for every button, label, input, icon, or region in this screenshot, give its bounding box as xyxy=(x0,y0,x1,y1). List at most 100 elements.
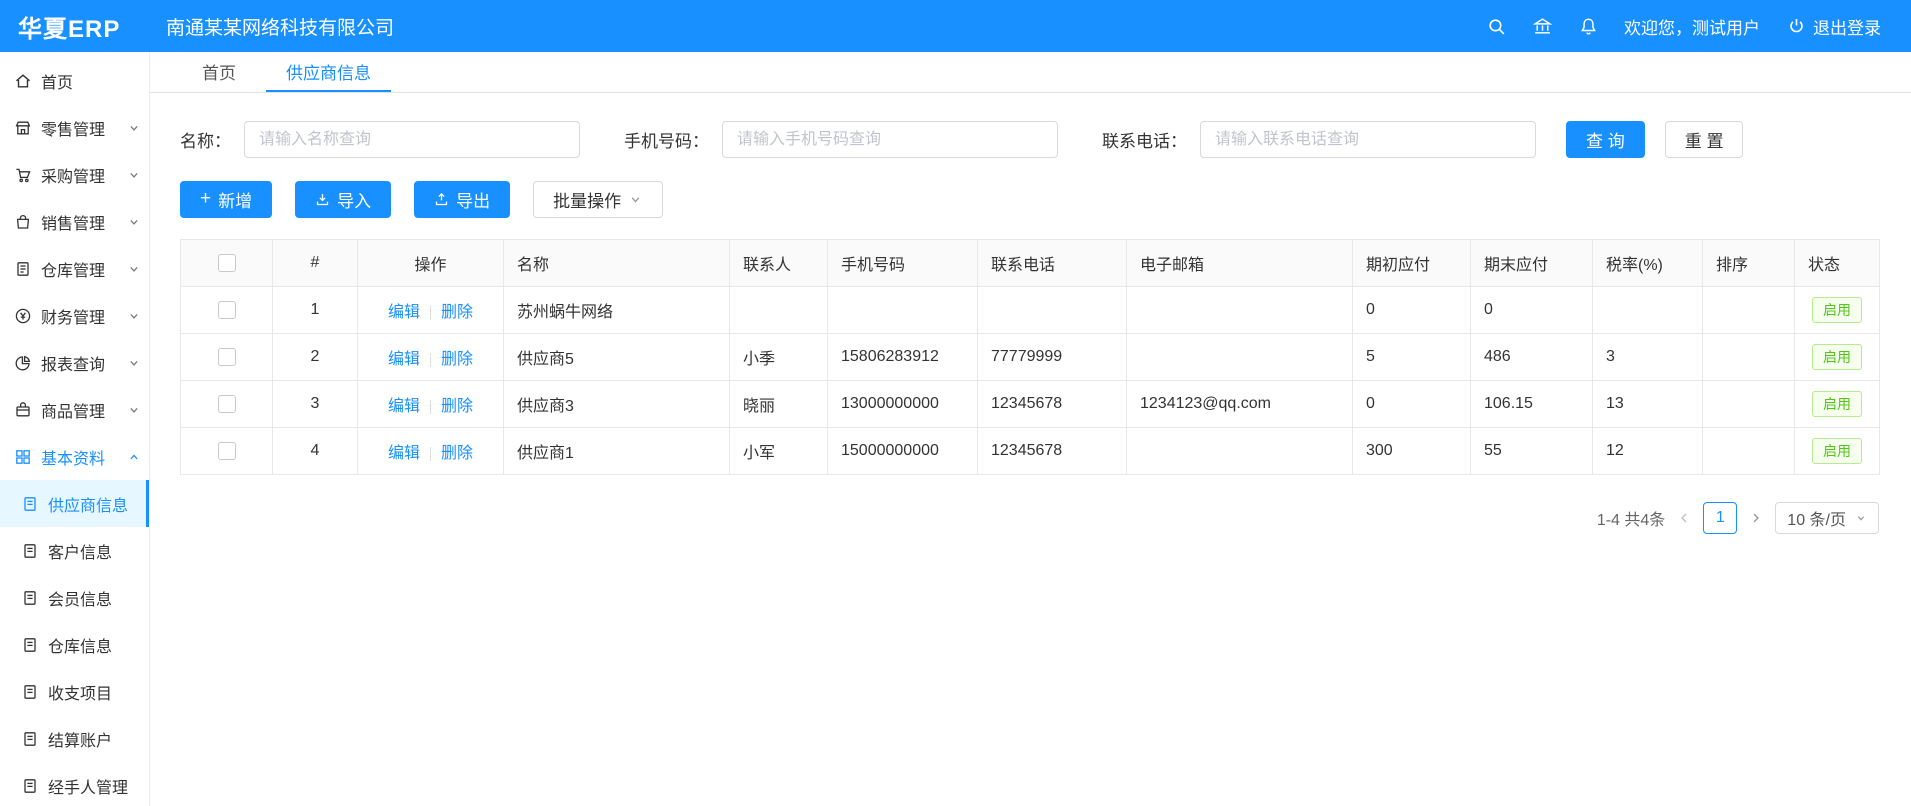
col-sort: 排序 xyxy=(1703,240,1795,287)
sidebar-item-income-expense[interactable]: 收支项目 xyxy=(0,668,149,715)
chevron-up-icon xyxy=(127,450,141,464)
table-row: 4 编辑删除 供应商1 小军 15000000000 12345678 300 … xyxy=(181,428,1880,475)
cell-telephone: 12345678 xyxy=(978,428,1127,475)
cell-sort xyxy=(1703,381,1795,428)
row-checkbox[interactable] xyxy=(218,395,236,413)
add-button-label: 新增 xyxy=(218,187,252,212)
sidebar-item-label: 销售管理 xyxy=(41,210,105,234)
sidebar-item-supplier-info[interactable]: 供应商信息 xyxy=(0,480,149,527)
telephone-label: 联系电话： xyxy=(1102,127,1187,152)
logout-label: 退出登录 xyxy=(1813,14,1881,39)
cell-sort xyxy=(1703,287,1795,334)
cell-contact xyxy=(730,287,828,334)
app-logo: 华夏ERP xyxy=(0,9,150,44)
batch-operation-label: 批量操作 xyxy=(553,187,621,212)
cell-name: 供应商1 xyxy=(504,428,730,475)
sidebar-item-purchase[interactable]: 采购管理 xyxy=(0,151,149,198)
search-form: 名称： 手机号码： 联系电话： 查 询 重 置 xyxy=(180,121,1879,158)
pagination: 1-4 共4条 1 10 条/页 xyxy=(180,502,1879,534)
cell-name: 供应商3 xyxy=(504,381,730,428)
sidebar-item-warehouse[interactable]: 仓库管理 xyxy=(0,245,149,292)
cell-telephone: 77779999 xyxy=(978,334,1127,381)
edit-link[interactable]: 编辑 xyxy=(388,304,420,321)
cell-email xyxy=(1127,334,1353,381)
cell-closing-payable: 106.15 xyxy=(1471,381,1593,428)
edit-link[interactable]: 编辑 xyxy=(388,445,420,462)
sidebar-item-label: 报表查询 xyxy=(41,351,105,375)
import-button[interactable]: 导入 xyxy=(295,181,391,218)
delete-link[interactable]: 删除 xyxy=(441,398,473,415)
col-telephone: 联系电话 xyxy=(978,240,1127,287)
sidebar-item-retail[interactable]: 零售管理 xyxy=(0,104,149,151)
cell-mobile: 15806283912 xyxy=(828,334,978,381)
goods-icon xyxy=(14,401,32,419)
page-size-select[interactable]: 10 条/页 xyxy=(1775,502,1879,534)
bell-icon[interactable] xyxy=(1578,16,1598,36)
home-icon xyxy=(14,72,32,90)
edit-link[interactable]: 编辑 xyxy=(388,398,420,415)
sidebar-item-report[interactable]: 报表查询 xyxy=(0,339,149,386)
delete-link[interactable]: 删除 xyxy=(441,351,473,368)
page-number[interactable]: 1 xyxy=(1703,502,1737,534)
next-page-button[interactable] xyxy=(1749,511,1763,525)
col-name: 名称 xyxy=(504,240,730,287)
query-button[interactable]: 查 询 xyxy=(1566,121,1645,158)
sidebar-item-goods[interactable]: 商品管理 xyxy=(0,386,149,433)
cell-opening-payable: 0 xyxy=(1353,381,1471,428)
sidebar-item-basic-data[interactable]: 基本资料 xyxy=(0,433,149,480)
cell-mobile: 13000000000 xyxy=(828,381,978,428)
chevron-down-icon xyxy=(1855,512,1867,524)
row-checkbox[interactable] xyxy=(218,348,236,366)
search-icon[interactable] xyxy=(1486,16,1506,36)
sidebar-item-home[interactable]: 首页 xyxy=(0,57,149,104)
telephone-search-input[interactable] xyxy=(1200,121,1536,158)
tab-home[interactable]: 首页 xyxy=(182,52,256,92)
chevron-down-icon xyxy=(127,309,141,323)
delete-link[interactable]: 删除 xyxy=(441,445,473,462)
row-checkbox[interactable] xyxy=(218,301,236,319)
sidebar-item-label: 供应商信息 xyxy=(48,492,128,516)
name-label: 名称： xyxy=(180,127,231,152)
company-name: 南通某某网络科技有限公司 xyxy=(166,13,394,40)
sidebar-item-handler-management[interactable]: 经手人管理 xyxy=(0,762,149,806)
col-closing-payable: 期末应付 xyxy=(1471,240,1593,287)
export-button[interactable]: 导出 xyxy=(414,181,510,218)
sidebar-item-warehouse-info[interactable]: 仓库信息 xyxy=(0,621,149,668)
edit-link[interactable]: 编辑 xyxy=(388,351,420,368)
cell-telephone: 12345678 xyxy=(978,381,1127,428)
cell-email xyxy=(1127,287,1353,334)
prev-page-button[interactable] xyxy=(1677,511,1691,525)
add-button[interactable]: + 新增 xyxy=(180,181,272,218)
row-checkbox[interactable] xyxy=(218,442,236,460)
select-all-checkbox[interactable] xyxy=(218,254,236,272)
export-icon xyxy=(434,192,449,207)
export-button-label: 导出 xyxy=(456,187,490,212)
sidebar-item-customer-info[interactable]: 客户信息 xyxy=(0,527,149,574)
cell-name: 苏州蜗牛网络 xyxy=(504,287,730,334)
link-divider xyxy=(430,353,431,367)
tab-label: 供应商信息 xyxy=(286,59,371,84)
document-icon xyxy=(21,589,39,607)
sidebar-item-finance[interactable]: 财务管理 xyxy=(0,292,149,339)
sidebar-item-label: 仓库信息 xyxy=(48,633,112,657)
finance-icon xyxy=(14,307,32,325)
delete-link[interactable]: 删除 xyxy=(441,304,473,321)
bank-icon[interactable] xyxy=(1532,16,1552,36)
batch-operation-button[interactable]: 批量操作 xyxy=(533,181,663,218)
cell-email xyxy=(1127,428,1353,475)
col-opening-payable: 期初应付 xyxy=(1353,240,1471,287)
cell-contact: 小军 xyxy=(730,428,828,475)
sidebar-item-member-info[interactable]: 会员信息 xyxy=(0,574,149,621)
purchase-icon xyxy=(14,166,32,184)
logout-button[interactable]: 退出登录 xyxy=(1786,14,1881,39)
sidebar-item-settlement-account[interactable]: 结算账户 xyxy=(0,715,149,762)
sidebar-item-sales[interactable]: 销售管理 xyxy=(0,198,149,245)
sales-icon xyxy=(14,213,32,231)
cell-tax-rate xyxy=(1593,287,1703,334)
import-button-label: 导入 xyxy=(337,187,371,212)
toolbar: + 新增 导入 导出 批量操作 xyxy=(180,181,1879,218)
reset-button[interactable]: 重 置 xyxy=(1665,121,1744,158)
tab-supplier-info[interactable]: 供应商信息 xyxy=(266,52,391,92)
name-search-input[interactable] xyxy=(244,121,580,158)
mobile-search-input[interactable] xyxy=(722,121,1058,158)
